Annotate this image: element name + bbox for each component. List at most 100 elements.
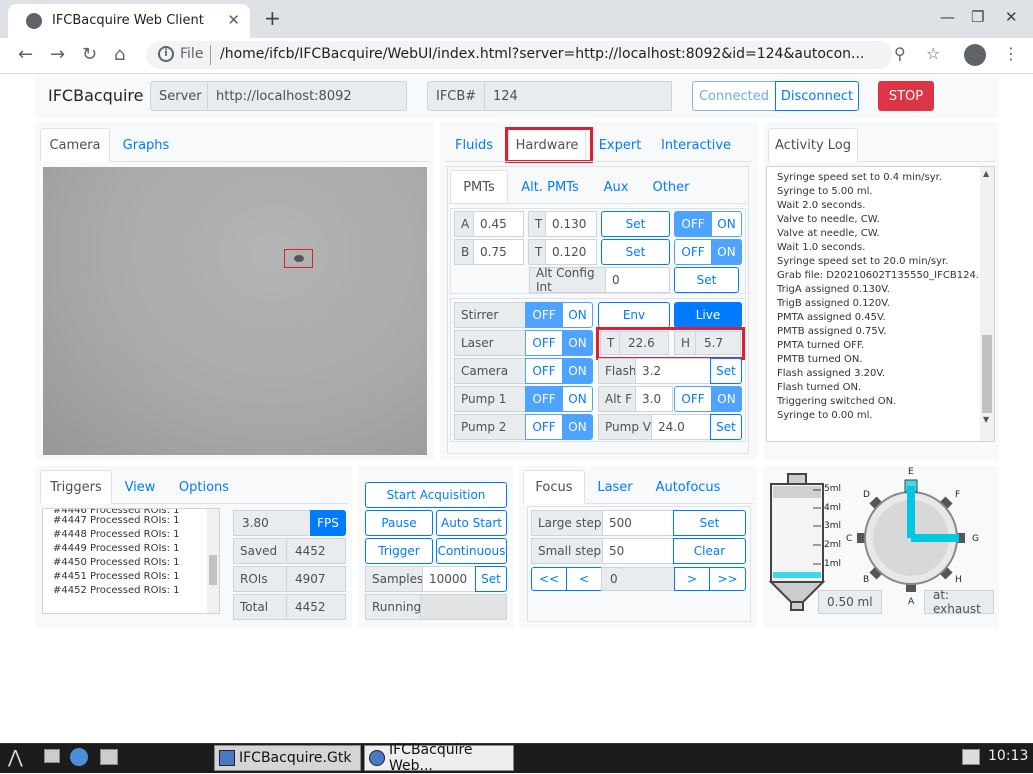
- new-tab-icon[interactable]: +: [264, 6, 281, 30]
- pmt-b-on-button[interactable]: ON: [711, 239, 742, 265]
- trig-b-input[interactable]: 0.120: [545, 239, 597, 265]
- tab-triggers[interactable]: Triggers: [40, 470, 112, 504]
- scroll-down-icon[interactable]: ▼: [983, 415, 989, 424]
- pump2-on-button[interactable]: ON: [562, 414, 593, 440]
- trigger-scroll-thumb[interactable]: [209, 555, 217, 585]
- info-icon[interactable]: i: [158, 46, 174, 62]
- pump1-on-button[interactable]: ON: [562, 386, 593, 412]
- pumpv-set-button[interactable]: Set: [710, 414, 742, 440]
- zoom-icon[interactable]: ⚲: [894, 44, 906, 63]
- tab-other[interactable]: Other: [648, 170, 694, 204]
- pause-button[interactable]: Pause: [365, 510, 433, 536]
- pmt-b-input[interactable]: 0.75: [473, 239, 524, 265]
- tab-focus[interactable]: Focus: [523, 470, 585, 504]
- auto-start-button[interactable]: Auto Start: [436, 510, 507, 536]
- tab-interactive[interactable]: Interactive: [660, 128, 732, 162]
- bookmark-star-icon[interactable]: ☆: [926, 44, 940, 63]
- flash-input[interactable]: 3.2: [635, 358, 711, 384]
- pump1-off-button[interactable]: OFF: [525, 386, 563, 412]
- trig-a-input[interactable]: 0.130: [545, 211, 597, 237]
- clear-button[interactable]: Clear: [673, 538, 746, 564]
- close-window-icon[interactable]: ✕: [1005, 8, 1018, 26]
- large-step-set-button[interactable]: Set: [673, 510, 746, 536]
- profile-avatar-icon[interactable]: [964, 44, 986, 66]
- samples-set-button[interactable]: Set: [475, 566, 507, 592]
- altf-off-button[interactable]: OFF: [674, 386, 712, 412]
- pmt-b-off-button[interactable]: OFF: [674, 239, 712, 265]
- trigger-log-box[interactable]: #4446 Processed ROIs: 1 #4447 Processed …: [42, 508, 220, 614]
- tab-options[interactable]: Options: [176, 470, 232, 504]
- continuous-button[interactable]: Continuous: [436, 538, 507, 564]
- pmt-b-set-button[interactable]: Set: [601, 239, 670, 265]
- fps-button[interactable]: FPS: [310, 510, 346, 536]
- focus-forward-button[interactable]: >: [674, 567, 710, 591]
- browser-tab[interactable]: IFCBacquire Web Client ✕: [8, 4, 250, 38]
- laser-off-button[interactable]: OFF: [525, 330, 563, 356]
- flash-set-button[interactable]: Set: [710, 358, 742, 384]
- activity-scroll-thumb[interactable]: [982, 335, 992, 413]
- stirrer-on-button[interactable]: ON: [562, 302, 593, 328]
- altf-input[interactable]: 3.0: [635, 386, 673, 412]
- samples-input[interactable]: 10000: [422, 566, 476, 592]
- pmt-a-set-button[interactable]: Set: [601, 211, 670, 237]
- laser-on-button[interactable]: ON: [562, 330, 593, 356]
- tab-laser[interactable]: Laser: [594, 470, 636, 504]
- focus-back-button[interactable]: <: [566, 567, 602, 591]
- taskbar-item-web[interactable]: IFCBacquire Web...: [364, 742, 514, 774]
- connected-button[interactable]: Connected: [692, 81, 776, 111]
- tab-fluids[interactable]: Fluids: [448, 128, 500, 162]
- trigger-button[interactable]: Trigger: [365, 538, 433, 564]
- tab-aux[interactable]: Aux: [598, 170, 634, 204]
- address-bar[interactable]: i File /home/ifcb/IFCBacquire/WebUI/inde…: [146, 41, 892, 69]
- tab-graphs[interactable]: Graphs: [116, 128, 176, 162]
- tab-view[interactable]: View: [120, 470, 160, 504]
- scroll-up-icon[interactable]: ▲: [983, 169, 989, 178]
- tab-activity-log[interactable]: Activity Log: [768, 128, 858, 162]
- browser-launcher-icon[interactable]: [70, 748, 88, 766]
- env-button[interactable]: Env: [598, 302, 670, 328]
- activity-scrollbar[interactable]: ▲ ▼: [980, 167, 994, 441]
- reload-icon[interactable]: ↻: [82, 44, 97, 65]
- alt-config-set-button[interactable]: Set: [674, 267, 739, 293]
- back-icon[interactable]: ←: [18, 44, 33, 65]
- activity-log-box[interactable]: Syringe speed set to 0.4 min/syr. Syringe…: [766, 166, 995, 442]
- ifcb-input[interactable]: 124: [484, 81, 672, 111]
- small-step-input[interactable]: 50: [602, 538, 674, 564]
- start-menu-icon[interactable]: ⋀: [8, 747, 23, 768]
- altf-on-button[interactable]: ON: [711, 386, 742, 412]
- pmt-a-on-button[interactable]: ON: [711, 211, 742, 237]
- taskbar-item-gtk[interactable]: IFCBacquire.Gtk: [214, 745, 361, 771]
- disconnect-button[interactable]: Disconnect: [775, 81, 859, 111]
- close-tab-icon[interactable]: ✕: [227, 11, 240, 29]
- camera-view[interactable]: [43, 167, 427, 455]
- tab-expert[interactable]: Expert: [596, 128, 644, 162]
- camera-on-button[interactable]: ON: [562, 358, 593, 384]
- forward-icon[interactable]: →: [50, 44, 65, 65]
- live-button[interactable]: Live: [674, 302, 742, 328]
- focus-fast-forward-button[interactable]: >>: [709, 567, 746, 591]
- alt-config-input[interactable]: 0: [605, 267, 670, 293]
- minimize-icon[interactable]: —: [940, 8, 955, 26]
- show-desktop-icon[interactable]: [44, 749, 60, 763]
- home-icon[interactable]: ⌂: [114, 44, 125, 65]
- pumpv-input[interactable]: 24.0: [651, 414, 711, 440]
- tab-alt-pmts[interactable]: Alt. PMTs: [516, 170, 584, 204]
- pmt-a-off-button[interactable]: OFF: [674, 211, 712, 237]
- focus-fast-back-button[interactable]: <<: [531, 567, 567, 591]
- tab-camera[interactable]: Camera: [40, 128, 110, 162]
- pmt-a-input[interactable]: 0.45: [473, 211, 524, 237]
- pump2-off-button[interactable]: OFF: [525, 414, 563, 440]
- tab-autofocus[interactable]: Autofocus: [652, 470, 724, 504]
- camera-off-button[interactable]: OFF: [525, 358, 563, 384]
- tray-icon[interactable]: [962, 749, 980, 765]
- window-switcher-icon[interactable]: [100, 749, 118, 765]
- server-input[interactable]: http://localhost:8092: [207, 81, 407, 111]
- restore-icon[interactable]: ❐: [971, 8, 984, 26]
- large-step-input[interactable]: 500: [602, 510, 674, 536]
- trigger-scrollbar[interactable]: [207, 509, 219, 613]
- stirrer-off-button[interactable]: OFF: [525, 302, 563, 328]
- start-acquisition-button[interactable]: Start Acquisition: [365, 482, 507, 508]
- tab-pmts[interactable]: PMTs: [450, 170, 508, 204]
- stop-button[interactable]: STOP: [878, 81, 934, 111]
- menu-kebab-icon[interactable]: ⋮: [1003, 44, 1019, 63]
